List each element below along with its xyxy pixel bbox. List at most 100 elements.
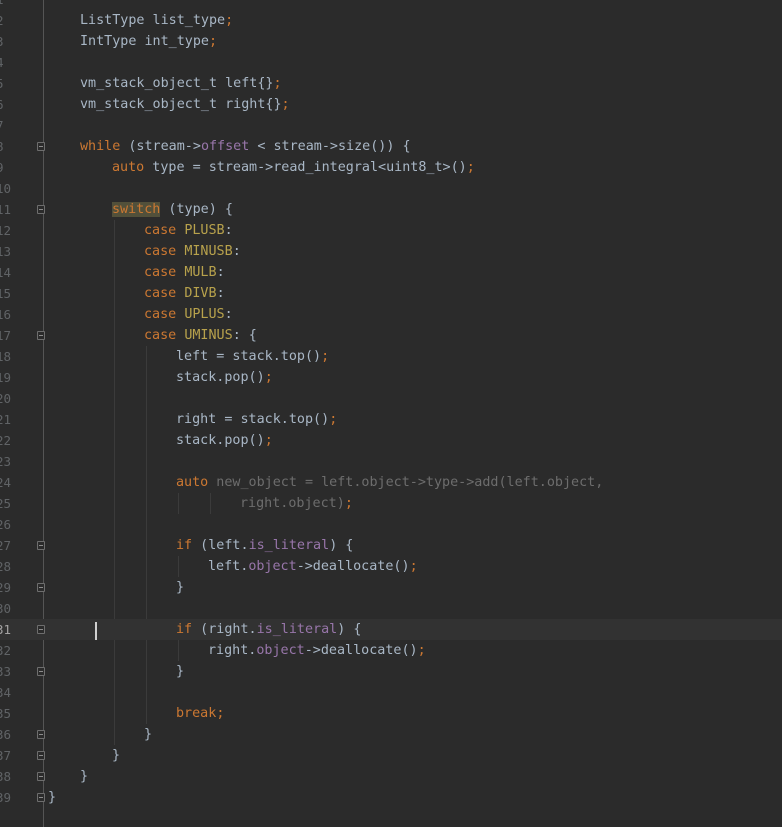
code-token: vm_stack_object_t right{}	[80, 97, 282, 112]
code-line[interactable]: 2 ListType list_type;	[0, 10, 782, 31]
code-line[interactable]: 11 switch (type) {	[0, 199, 782, 220]
code-token: vm_stack_object_t left{}	[80, 76, 274, 91]
code-line[interactable]: 32 right.object->deallocate();	[0, 640, 782, 661]
code-line[interactable]: 10	[0, 178, 782, 199]
code-token: }	[80, 769, 89, 784]
code-line[interactable]: 4	[0, 52, 782, 73]
code-line[interactable]: 35 break;	[0, 703, 782, 724]
code-line[interactable]: 15 case DIVB:	[0, 283, 782, 304]
code-line[interactable]: 17 case UMINUS: {	[0, 325, 782, 346]
line-number: 5	[0, 73, 10, 94]
code-line[interactable]: 39}	[0, 787, 782, 808]
code-line[interactable]: 30	[0, 598, 782, 619]
code-line[interactable]: 16 case UPLUS:	[0, 304, 782, 325]
line-number: 25	[0, 496, 12, 511]
line-number: 33	[0, 664, 12, 679]
fold-marker-icon[interactable]	[37, 205, 45, 214]
line-number: 38	[0, 769, 12, 784]
code-line[interactable]: 28 left.object->deallocate();	[0, 556, 782, 577]
code-token: (left.	[192, 538, 249, 553]
code-text: if (right.is_literal) {	[176, 619, 361, 640]
code-token: ;	[344, 496, 353, 511]
line-number: 7	[0, 115, 10, 136]
code-line[interactable]: 23	[0, 451, 782, 472]
line-number: 35	[0, 706, 12, 721]
line-number: 22	[0, 433, 12, 448]
line-number: 29	[0, 580, 12, 595]
line-number: 3	[0, 31, 10, 52]
line-number: 24	[0, 475, 12, 490]
code-line[interactable]: 27 if (left.is_literal) {	[0, 535, 782, 556]
code-line[interactable]: 31 if (right.is_literal) {	[0, 619, 782, 640]
code-text: IntType int_type;	[80, 31, 217, 52]
code-line[interactable]: 37}	[0, 745, 782, 766]
line-number: 13	[0, 244, 12, 259]
line-number: 17	[0, 328, 12, 343]
code-line[interactable]: 21 right = stack.top();	[0, 409, 782, 430]
code-line[interactable]: 7	[0, 115, 782, 136]
code-token: is_literal	[248, 538, 330, 553]
code-token: (stream->	[120, 139, 201, 154]
code-token: ;	[417, 643, 426, 658]
code-line[interactable]: 9 auto type = stream->read_integral<uint8…	[0, 157, 782, 178]
code-line[interactable]: 33}	[0, 661, 782, 682]
code-token: MINUSB	[184, 244, 233, 259]
code-token: :	[224, 223, 233, 238]
code-token: case	[144, 328, 177, 343]
code-line[interactable]: 22 stack.pop();	[0, 430, 782, 451]
code-text: auto new_object = left.object->type->add…	[176, 472, 603, 493]
line-number: 2	[0, 10, 10, 31]
code-line[interactable]: 18 left = stack.top();	[0, 346, 782, 367]
fold-marker-icon[interactable]	[37, 667, 45, 676]
line-number: 9	[0, 157, 10, 178]
code-token: }	[176, 664, 185, 679]
code-line[interactable]: 34	[0, 682, 782, 703]
code-token: case	[144, 286, 177, 301]
code-line[interactable]: 24 auto new_object = left.object->type->a…	[0, 472, 782, 493]
code-token: case	[144, 223, 177, 238]
fold-marker-icon[interactable]	[37, 541, 45, 550]
fold-marker-icon[interactable]	[37, 751, 45, 760]
line-number: 14	[0, 265, 12, 280]
fold-marker-icon[interactable]	[37, 793, 45, 802]
code-token: switch	[112, 202, 161, 217]
code-line[interactable]: 12 case PLUSB:	[0, 220, 782, 241]
fold-marker-icon[interactable]	[37, 730, 45, 739]
code-line[interactable]: 20	[0, 388, 782, 409]
line-number: 36	[0, 727, 12, 742]
code-editor[interactable]: 12 ListType list_type; 3 IntType int_type; 4…	[0, 0, 782, 827]
code-token: }	[112, 748, 121, 763]
code-area[interactable]: 12 ListType list_type; 3 IntType int_type; 4…	[0, 0, 782, 827]
fold-marker-icon[interactable]	[37, 331, 45, 340]
code-line[interactable]: 6 vm_stack_object_t right{};	[0, 94, 782, 115]
code-line[interactable]: 3 IntType int_type;	[0, 31, 782, 52]
code-token: left = stack.top()	[176, 349, 322, 364]
code-line[interactable]: 8 while (stream->offset < stream->size())…	[0, 136, 782, 157]
code-line[interactable]: 1	[0, 0, 782, 10]
code-token: ;	[466, 160, 475, 175]
line-number: 15	[0, 286, 12, 301]
fold-marker-icon[interactable]	[37, 772, 45, 781]
code-text: case MULB:	[144, 262, 225, 283]
code-line[interactable]: 25 right.object);	[0, 493, 782, 514]
code-text: auto type = stream->read_integral<uint8_…	[112, 157, 475, 178]
code-line[interactable]: 14 case MULB:	[0, 262, 782, 283]
code-line[interactable]: 36}	[0, 724, 782, 745]
code-line[interactable]: 38}	[0, 766, 782, 787]
fold-marker-icon[interactable]	[37, 583, 45, 592]
code-token: ;	[225, 13, 234, 28]
fold-marker-icon[interactable]	[37, 625, 45, 634]
code-line[interactable]: 5 vm_stack_object_t left{};	[0, 73, 782, 94]
code-line[interactable]: 26	[0, 514, 782, 535]
code-text: }	[176, 577, 184, 598]
code-token: if	[176, 622, 193, 637]
code-line[interactable]: 19 stack.pop();	[0, 367, 782, 388]
fold-marker-icon[interactable]	[37, 142, 45, 151]
code-token: ;	[409, 559, 418, 574]
code-token: case	[144, 307, 177, 322]
code-text: left.object->deallocate();	[208, 556, 418, 577]
code-token: }	[48, 790, 57, 805]
code-line[interactable]: 29}	[0, 577, 782, 598]
code-token: ;	[264, 370, 273, 385]
code-line[interactable]: 13 case MINUSB:	[0, 241, 782, 262]
